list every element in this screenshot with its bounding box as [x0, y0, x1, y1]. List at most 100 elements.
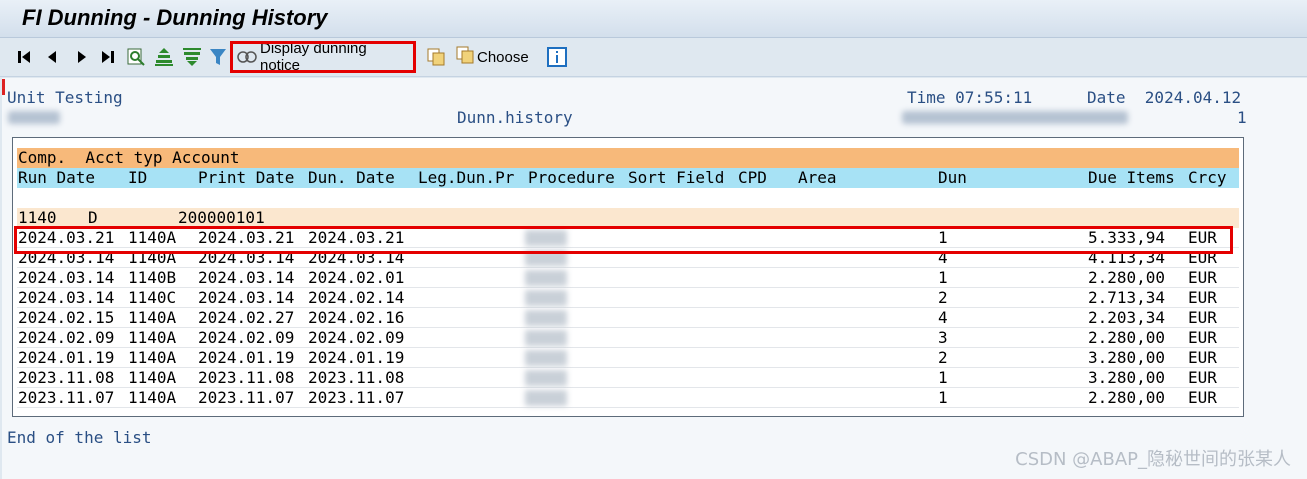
last-page-icon[interactable]	[98, 46, 118, 68]
cell-print-date: 2024.03.14	[198, 288, 295, 307]
group-row: 1140 D 200000101	[17, 208, 1239, 228]
end-of-list-text: End of the list	[7, 428, 152, 447]
cell-crcy: EUR	[1188, 368, 1217, 387]
cell-run-date: 2024.03.14	[18, 288, 115, 307]
cursor-marker	[2, 79, 5, 95]
cell-id: 1140A	[128, 368, 177, 387]
redacted-procedure	[525, 310, 567, 326]
cell-dun: 1	[938, 368, 948, 387]
cell-run-date: 2023.11.08	[18, 368, 115, 387]
cell-id: 1140A	[128, 388, 177, 407]
cell-id: 1140B	[128, 268, 177, 287]
cell-crcy: EUR	[1188, 268, 1217, 287]
table-row[interactable]: 2024.01.19 1140A 2024.01.19 2024.01.19 2 3.28…	[17, 348, 1239, 368]
choose-icon	[455, 45, 475, 69]
header-comp-acct: Comp. Acct typ Account	[18, 148, 240, 167]
cell-dun: 2	[938, 288, 948, 307]
cell-due-items: 2.203,34	[1088, 308, 1166, 327]
redacted-procedure	[525, 290, 567, 306]
table-row[interactable]: 2023.11.07 1140A 2023.11.07 2023.11.07 1 2.28…	[17, 388, 1239, 408]
cell-dun-date: 2024.02.01	[308, 268, 405, 287]
first-page-icon[interactable]	[14, 46, 34, 68]
col-id: ID	[128, 168, 148, 187]
find-icon[interactable]	[125, 46, 147, 68]
cell-crcy: EUR	[1188, 348, 1217, 367]
cell-run-date: 2024.03.14	[18, 268, 115, 287]
report-user-text: Unit Testing	[7, 88, 123, 107]
cell-run-date: 2024.01.19	[18, 348, 115, 367]
col-cpd: CPD	[738, 168, 767, 187]
cell-dun: 1	[938, 388, 948, 407]
report-time: Time 07:55:11	[907, 88, 1033, 107]
cell-dun-date: 2024.02.14	[308, 288, 405, 307]
header-row-1: Comp. Acct typ Account	[17, 148, 1239, 168]
cell-print-date: 2024.02.09	[198, 328, 295, 347]
redacted-procedure	[525, 330, 567, 346]
group-account: 200000101	[178, 208, 265, 227]
choose-label: Choose	[477, 48, 529, 66]
cell-due-items: 3.280,00	[1088, 368, 1166, 387]
cell-dun-date: 2023.11.08	[308, 368, 405, 387]
cell-crcy: EUR	[1188, 288, 1217, 307]
redacted-procedure	[525, 370, 567, 386]
window-title: FI Dunning - Dunning History	[22, 5, 328, 30]
filter-icon[interactable]	[208, 46, 228, 68]
redacted-text	[8, 111, 60, 124]
row-highlight-box	[14, 226, 1233, 254]
watermark: CSDN @ABAP_隐秘世间的张某人	[1015, 449, 1291, 470]
table-row[interactable]: 2024.02.09 1140A 2024.02.09 2024.02.09 3 2.28…	[17, 328, 1239, 348]
report-title: Dunn.history	[457, 108, 573, 127]
group-comp: 1140	[18, 208, 57, 227]
col-dun: Dun	[938, 168, 967, 187]
col-procedure: Procedure	[528, 168, 615, 187]
cell-dun: 4	[938, 308, 948, 327]
table-row[interactable]: 2024.03.14 1140B 2024.03.14 2024.02.01 1 2.28…	[17, 268, 1239, 288]
col-print-date: Print Date	[198, 168, 295, 187]
redacted-procedure	[525, 390, 567, 406]
cell-due-items: 2.280,00	[1088, 268, 1166, 287]
report-date: Date 2024.04.12	[1087, 88, 1242, 107]
cell-print-date: 2023.11.07	[198, 388, 295, 407]
title-bar: FI Dunning - Dunning History	[0, 0, 1307, 38]
table-row[interactable]: 2024.03.14 1140C 2024.03.14 2024.02.14 2 2.71…	[17, 288, 1239, 308]
cell-dun: 3	[938, 328, 948, 347]
cell-due-items: 3.280,00	[1088, 348, 1166, 367]
cell-dun-date: 2023.11.07	[308, 388, 405, 407]
table-row[interactable]: 2023.11.08 1140A 2023.11.08 2023.11.08 1 3.28…	[17, 368, 1239, 388]
redacted-procedure	[525, 350, 567, 366]
sort-ascending-icon[interactable]	[153, 46, 175, 68]
cell-crcy: EUR	[1188, 328, 1217, 347]
choose-button[interactable]: Choose	[455, 46, 531, 68]
cell-due-items: 2.713,34	[1088, 288, 1166, 307]
dunning-history-list: Comp. Acct typ Account Run Date ID Print…	[12, 137, 1244, 417]
header-row-2: Run Date ID Print Date Dun. Date Leg.Dun…	[17, 168, 1239, 188]
cell-id: 1140A	[128, 328, 177, 347]
cell-run-date: 2023.11.07	[18, 388, 115, 407]
previous-page-icon[interactable]	[42, 46, 62, 68]
sort-descending-icon[interactable]	[181, 46, 203, 68]
col-crcy: Crcy	[1188, 168, 1227, 187]
col-sort-field: Sort Field	[628, 168, 725, 187]
col-leg-dun-pr: Leg.Dun.Pr	[418, 168, 515, 187]
cell-dun-date: 2024.02.09	[308, 328, 405, 347]
next-page-icon[interactable]	[72, 46, 92, 68]
cell-run-date: 2024.02.09	[18, 328, 115, 347]
cell-crcy: EUR	[1188, 388, 1217, 407]
cell-print-date: 2024.01.19	[198, 348, 295, 367]
cell-dun: 1	[938, 268, 948, 287]
cell-dun: 2	[938, 348, 948, 367]
cell-due-items: 2.280,00	[1088, 328, 1166, 347]
info-icon[interactable]	[546, 46, 568, 68]
cell-id: 1140A	[128, 308, 177, 327]
cell-print-date: 2024.03.14	[198, 268, 295, 287]
cell-dun-date: 2024.01.19	[308, 348, 405, 367]
redacted-text	[902, 111, 1128, 124]
cell-id: 1140A	[128, 348, 177, 367]
col-due-items: Due Items	[1088, 168, 1175, 187]
copy-icon[interactable]	[425, 46, 447, 68]
col-dun-date: Dun. Date	[308, 168, 395, 187]
col-run-date: Run Date	[18, 168, 96, 187]
cell-print-date: 2024.02.27	[198, 308, 295, 327]
table-row[interactable]: 2024.02.15 1140A 2024.02.27 2024.02.16 4 2.20…	[17, 308, 1239, 328]
cell-due-items: 2.280,00	[1088, 388, 1166, 407]
